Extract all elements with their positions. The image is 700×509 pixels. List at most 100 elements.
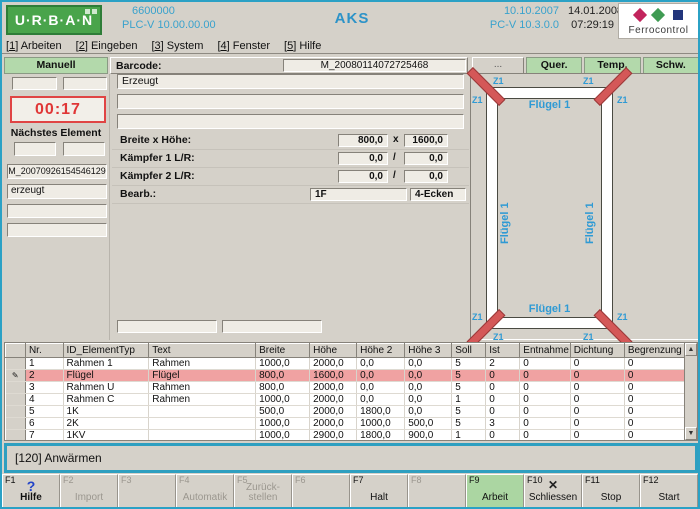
fkey-f2-import[interactable]: F2Import [60, 474, 118, 507]
table-row[interactable]: 71KV1000,02900,01800,0900,010000 [6, 430, 686, 442]
table-cell[interactable]: 0,0 [357, 370, 405, 382]
dimension-value-1[interactable]: 0,0 [338, 152, 388, 165]
table-cell[interactable]: 0 [486, 370, 520, 382]
table-cell[interactable]: 1 [25, 358, 63, 370]
table-cell[interactable]: 3 [25, 382, 63, 394]
column-header[interactable]: Dichtung [570, 344, 624, 358]
table-cell[interactable]: 0 [520, 358, 571, 370]
table-cell[interactable]: 2000,0 [310, 358, 357, 370]
table-cell[interactable]: 5 [452, 358, 486, 370]
table-row[interactable]: 62K1000,02000,01000,0500,053000 [6, 418, 686, 430]
fkey-f7-halt[interactable]: F7Halt [350, 474, 408, 507]
fkey-f9-arbeit[interactable]: F9Arbeit [466, 474, 524, 507]
next-element-status-field[interactable]: erzeugt [7, 184, 107, 199]
column-header[interactable]: Begrenzung [624, 344, 685, 358]
table-cell[interactable]: 0 [486, 382, 520, 394]
table-cell[interactable]: 1K [63, 406, 149, 418]
table-cell[interactable]: 1KV [63, 430, 149, 442]
table-cell[interactable]: Rahmen [149, 358, 256, 370]
table-cell[interactable]: 0 [520, 394, 571, 406]
table-cell[interactable] [149, 406, 256, 418]
table-row[interactable]: 4Rahmen CRahmen1000,02000,00,00,010000 [6, 394, 686, 406]
table-cell[interactable]: 2 [25, 370, 63, 382]
column-header[interactable]: Höhe 2 [357, 344, 405, 358]
table-cell[interactable]: 1000,0 [357, 418, 405, 430]
table-cell[interactable]: 0,0 [405, 406, 452, 418]
table-row[interactable]: 51K500,02000,01800,00,050000 [6, 406, 686, 418]
bearb-type-field[interactable]: 4-Ecken [410, 188, 466, 201]
table-cell[interactable] [149, 418, 256, 430]
dimension-value-1[interactable]: 800,0 [338, 134, 388, 147]
fkey-f10-schliessen[interactable]: F10✕Schliessen [524, 474, 582, 507]
table-cell[interactable]: 0 [570, 382, 624, 394]
table-cell[interactable]: 500,0 [256, 406, 310, 418]
fkey-f5-zurückstellen[interactable]: F5Zurück- stellen [234, 474, 292, 507]
row-selector[interactable] [6, 406, 26, 418]
left-panel-field-4[interactable] [7, 223, 107, 237]
dimension-value-2[interactable]: 0,0 [404, 152, 448, 165]
column-header[interactable]: Ist [486, 344, 520, 358]
table-cell[interactable]: 5 [452, 382, 486, 394]
table-cell[interactable]: 800,0 [256, 382, 310, 394]
table-cell[interactable]: 2 [486, 358, 520, 370]
table-cell[interactable]: 2000,0 [310, 382, 357, 394]
row-selector[interactable] [6, 430, 26, 442]
table-cell[interactable]: Rahmen C [63, 394, 149, 406]
table-cell[interactable]: 0,0 [405, 358, 452, 370]
table-cell[interactable]: 2900,0 [310, 430, 357, 442]
table-cell[interactable]: 0 [570, 358, 624, 370]
column-header[interactable]: Breite [256, 344, 310, 358]
menu-item-eingeben[interactable]: [2] Eingeben [76, 39, 138, 53]
table-cell[interactable]: 0 [624, 394, 685, 406]
table-cell[interactable]: 1600,0 [310, 370, 357, 382]
row-selector[interactable] [6, 418, 26, 430]
table-row[interactable]: ✎2FlügelFlügel800,01600,00,00,050000 [6, 370, 686, 382]
fkey-f12-start[interactable]: F12Start [640, 474, 698, 507]
table-cell[interactable]: 0 [520, 406, 571, 418]
table-cell[interactable]: 0 [520, 370, 571, 382]
table-cell[interactable]: 0 [570, 418, 624, 430]
table-cell[interactable]: 0 [486, 430, 520, 442]
toolbar-button-schw[interactable]: Schw. [643, 57, 699, 74]
fkey-f1-hilfe[interactable]: F1?Hilfe [2, 474, 60, 507]
table-cell[interactable]: 0,0 [405, 370, 452, 382]
table-cell[interactable]: 3 [486, 418, 520, 430]
table-cell[interactable]: 2000,0 [310, 406, 357, 418]
menu-item-hilfe[interactable]: [5] Hilfe [284, 39, 321, 53]
table-cell[interactable]: 0 [624, 418, 685, 430]
fkey-f8[interactable]: F8 [408, 474, 466, 507]
table-cell[interactable]: 5 [452, 406, 486, 418]
dimension-value-2[interactable]: 0,0 [404, 170, 448, 183]
toolbar-button-temp[interactable]: Temp. [584, 57, 640, 74]
table-cell[interactable]: Rahmen [149, 394, 256, 406]
table-cell[interactable]: 0 [570, 370, 624, 382]
row-edit-marker-icon[interactable]: ✎ [6, 370, 26, 382]
table-cell[interactable]: 0,0 [357, 382, 405, 394]
table-cell[interactable]: 1800,0 [357, 406, 405, 418]
table-cell[interactable]: Flügel [149, 370, 256, 382]
table-cell[interactable]: 0,0 [405, 382, 452, 394]
left-panel-field-3[interactable] [7, 204, 107, 218]
table-cell[interactable]: 0 [570, 394, 624, 406]
table-cell[interactable]: 0 [624, 358, 685, 370]
bearb-value-field[interactable]: 1F [310, 188, 407, 201]
column-header[interactable]: ID_ElementTyp [63, 344, 149, 358]
fkey-f4-automatik[interactable]: F4Automatik [176, 474, 234, 507]
dimension-value-2[interactable]: 1600,0 [404, 134, 448, 147]
table-cell[interactable]: 2000,0 [310, 394, 357, 406]
table-cell[interactable]: 0 [486, 406, 520, 418]
table-cell[interactable] [149, 430, 256, 442]
column-header[interactable]: Höhe 3 [405, 344, 452, 358]
toolbar-button-quer[interactable]: Quer. [526, 57, 582, 74]
table-cell[interactable]: 0 [570, 406, 624, 418]
table-cell[interactable]: Rahmen 1 [63, 358, 149, 370]
dimension-value-1[interactable]: 0,0 [338, 170, 388, 183]
mode-button[interactable]: Manuell [4, 57, 108, 74]
row-selector[interactable] [6, 382, 26, 394]
table-cell[interactable]: 5 [452, 418, 486, 430]
column-header[interactable]: Höhe [310, 344, 357, 358]
row-selector[interactable] [6, 358, 26, 370]
menu-item-system[interactable]: [3] System [151, 39, 203, 53]
barcode-input[interactable]: M_20080114072725468 [283, 59, 466, 72]
table-cell[interactable]: 0 [624, 430, 685, 442]
